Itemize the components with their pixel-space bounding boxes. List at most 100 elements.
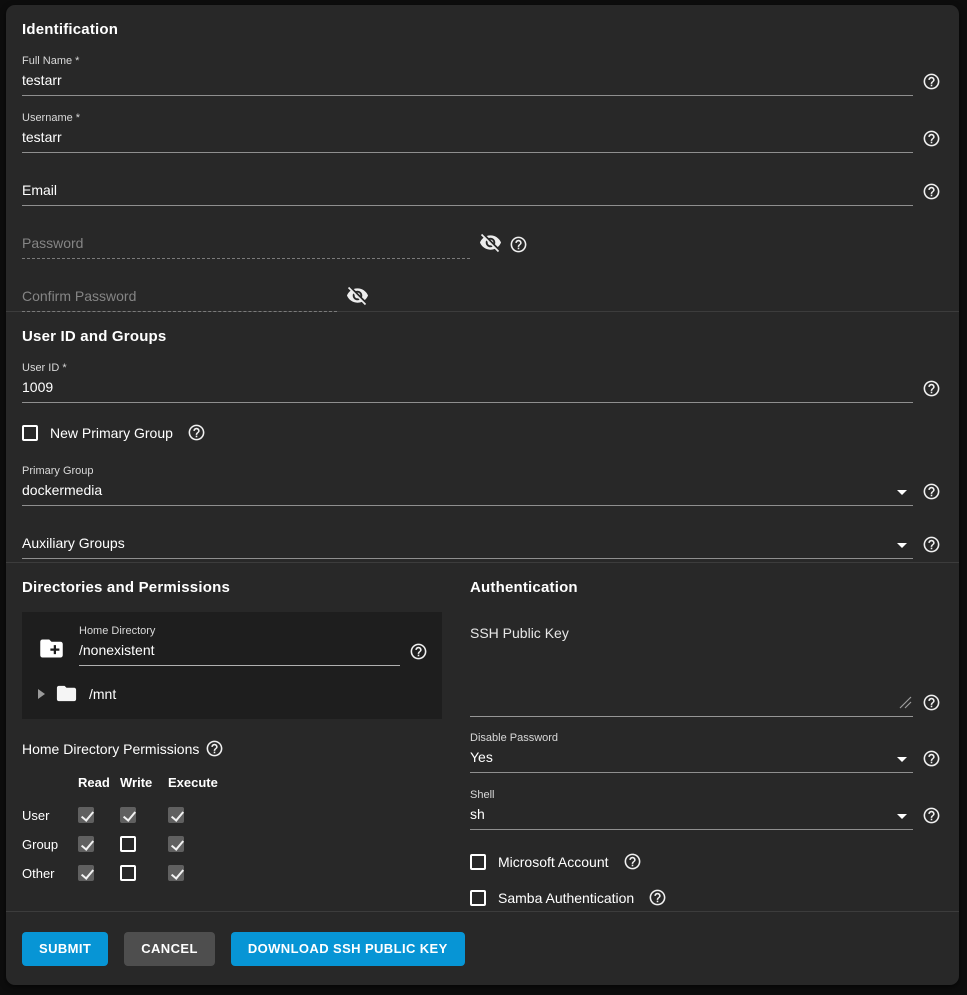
directories-title: Directories and Permissions [22,579,444,596]
chevron-down-icon[interactable] [897,543,907,548]
shell-label: Shell [470,788,913,802]
help-icon[interactable] [922,693,941,712]
folder-icon [55,682,78,705]
auxiliary-groups-value[interactable]: Auxiliary Groups [22,530,913,558]
perm-user-write-checkbox[interactable] [120,807,136,823]
hide-password-icon[interactable] [346,284,369,307]
home-directory-panel: Home Directory /nonexistent /mnt [22,612,442,719]
form-actions: SUBMIT CANCEL DOWNLOAD SSH PUBLIC KEY [6,912,959,985]
help-icon[interactable] [648,888,667,907]
user-id-label: User ID * [22,361,913,375]
confirm-password-input: Confirm Password [22,283,337,311]
authentication-column: Authentication SSH Public Key Disable Pa… [458,563,959,911]
disable-password-select: Disable Password Yes [470,731,941,773]
samba-authentication-row: Samba Authentication [470,888,941,907]
perm-other-execute-checkbox[interactable] [168,865,184,881]
directories-column: Directories and Permissions Home Directo… [6,563,458,911]
help-icon[interactable] [922,482,941,501]
username-input[interactable]: testarr [22,125,913,152]
full-name-input[interactable]: testarr [22,68,913,95]
home-directory-field: Home Directory /nonexistent [36,624,428,666]
new-primary-group-checkbox[interactable] [22,425,38,441]
new-primary-group-label: New Primary Group [50,425,173,441]
microsoft-account-checkbox[interactable] [470,854,486,870]
primary-group-value[interactable]: dockermedia [22,478,913,505]
perm-row-group: Group [22,837,78,852]
chevron-down-icon[interactable] [897,490,907,495]
perm-other-write-checkbox[interactable] [120,865,136,881]
help-icon[interactable] [922,749,941,768]
user-id-field: User ID * 1009 [22,361,941,403]
perm-row-user: User [22,808,78,823]
password-input: Password [22,230,470,258]
home-directory-permissions-row: Home Directory Permissions [22,739,444,758]
perm-col-read: Read [78,775,120,794]
shell-select: Shell sh [470,788,941,830]
help-icon[interactable] [922,379,941,398]
permissions-label: Home Directory Permissions [22,741,199,757]
authentication-title: Authentication [470,579,941,596]
help-icon[interactable] [623,852,642,871]
tree-node-mnt[interactable]: /mnt [36,682,428,705]
perm-group-read-checkbox[interactable] [78,836,94,852]
samba-authentication-checkbox[interactable] [470,890,486,906]
perm-user-read-checkbox[interactable] [78,807,94,823]
email-input[interactable]: Email [22,177,913,205]
home-directory-label: Home Directory [79,624,400,638]
help-icon[interactable] [922,535,941,554]
identification-title: Identification [22,21,941,38]
ssh-public-key-textarea[interactable] [470,659,913,717]
confirm-password-field: Confirm Password [22,283,941,312]
ssh-public-key-label: SSH Public Key [470,625,941,641]
help-icon[interactable] [187,423,206,442]
help-icon[interactable] [509,235,528,254]
password-field: Password [22,230,941,259]
user-id-groups-title: User ID and Groups [22,328,941,345]
perm-group-write-checkbox[interactable] [120,836,136,852]
primary-group-label: Primary Group [22,464,913,478]
expand-icon[interactable] [38,689,45,699]
samba-authentication-label: Samba Authentication [498,890,634,906]
section-user-id-and-groups: User ID and Groups User ID * 1009 New Pr… [6,312,959,563]
full-name-field: Full Name * testarr [22,54,941,96]
perm-col-execute: Execute [168,775,230,794]
help-icon[interactable] [205,739,224,758]
help-icon[interactable] [409,642,428,661]
perm-other-read-checkbox[interactable] [78,865,94,881]
shell-value[interactable]: sh [470,802,913,829]
user-id-input[interactable]: 1009 [22,375,913,402]
help-icon[interactable] [922,129,941,148]
primary-group-select: Primary Group dockermedia [22,464,941,506]
perm-col-write: Write [120,775,168,794]
section-directories-authentication: Directories and Permissions Home Directo… [6,563,959,912]
ssh-public-key-field [470,659,941,717]
cancel-button[interactable]: CANCEL [124,932,215,966]
hide-password-icon[interactable] [479,231,502,254]
perm-user-execute-checkbox[interactable] [168,807,184,823]
help-icon[interactable] [922,72,941,91]
help-icon[interactable] [922,806,941,825]
perm-group-execute-checkbox[interactable] [168,836,184,852]
disable-password-value[interactable]: Yes [470,745,913,772]
microsoft-account-label: Microsoft Account [498,854,609,870]
help-icon[interactable] [922,182,941,201]
home-directory-input[interactable]: /nonexistent [79,638,400,665]
create-folder-icon[interactable] [38,635,65,662]
chevron-down-icon[interactable] [897,757,907,762]
new-primary-group-row: New Primary Group [22,423,941,442]
resize-grip-icon[interactable] [899,696,912,714]
user-form-card: Identification Full Name * testarr Usern… [6,5,959,985]
download-ssh-public-key-button[interactable]: DOWNLOAD SSH PUBLIC KEY [231,932,465,966]
microsoft-account-row: Microsoft Account [470,852,941,871]
permissions-grid: Read Write Execute User Group Other [22,775,444,881]
chevron-down-icon[interactable] [897,814,907,819]
email-field: Email [22,177,941,206]
perm-row-other: Other [22,866,78,881]
full-name-label: Full Name * [22,54,913,68]
disable-password-label: Disable Password [470,731,913,745]
tree-node-label: /mnt [89,686,116,702]
username-field: Username * testarr [22,111,941,153]
section-identification: Identification Full Name * testarr Usern… [6,5,959,312]
submit-button[interactable]: SUBMIT [22,932,108,966]
username-label: Username * [22,111,913,125]
